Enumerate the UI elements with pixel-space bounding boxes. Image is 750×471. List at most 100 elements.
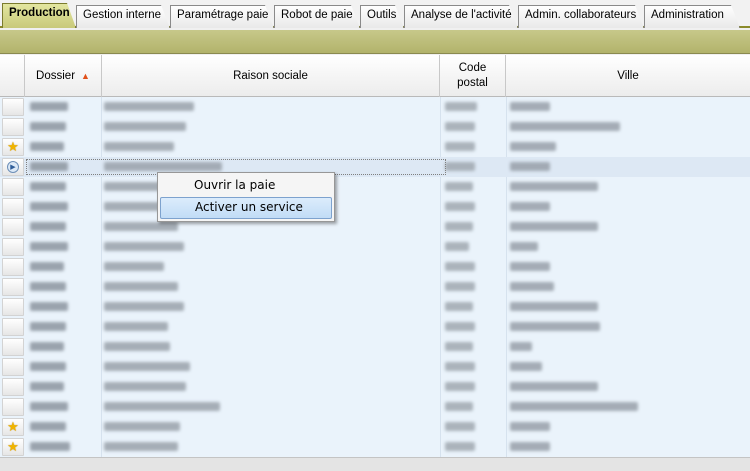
tab-outils[interactable]: Outils [360,5,404,28]
row-selector-header [0,55,25,97]
row-selector[interactable] [2,338,24,356]
tab-robot-de-paie[interactable]: Robot de paie [274,5,360,28]
table-row[interactable] [0,177,750,197]
cell-ville-blurred [510,402,638,411]
cell-dossier-blurred [30,422,66,431]
column-header-code-postal[interactable]: Code postal [440,55,506,97]
cell-code-postal-blurred [445,202,475,211]
table-row[interactable] [0,337,750,357]
cell-raison-sociale-blurred [104,442,178,451]
cell-ville-blurred [510,222,598,231]
cell-dossier-blurred [30,122,66,131]
tab-gestion-interne[interactable]: Gestion interne [76,5,170,28]
row-selector[interactable]: ▶ [2,158,24,176]
sort-ascending-icon: ▲ [81,70,90,81]
cell-dossier-blurred [30,382,64,391]
table-row[interactable] [0,317,750,337]
row-selector[interactable] [2,218,24,236]
cell-code-postal-blurred [445,182,473,191]
row-selector[interactable] [2,318,24,336]
cell-code-postal-blurred [445,282,475,291]
tab-admin-collaborateurs[interactable]: Admin. collaborateurs [518,5,644,28]
cell-dossier-blurred [30,142,64,151]
table-row[interactable] [0,97,750,117]
cell-raison-sociale-blurred [104,242,184,251]
row-selector[interactable]: ★ [2,138,24,156]
cell-dossier-blurred [30,202,68,211]
cell-ville-blurred [510,422,550,431]
table-row[interactable] [0,117,750,137]
table-row[interactable] [0,197,750,217]
table-row[interactable]: ★ [0,417,750,437]
table-row[interactable] [0,357,750,377]
cell-raison-sociale-blurred [104,282,178,291]
cell-code-postal-blurred [445,122,475,131]
cell-code-postal-blurred [445,382,475,391]
row-selector[interactable] [2,398,24,416]
cell-dossier-blurred [30,262,64,271]
table-row[interactable] [0,297,750,317]
cell-raison-sociale-blurred [104,122,186,131]
cell-code-postal-blurred [445,242,469,251]
cell-ville-blurred [510,342,532,351]
favorite-star-icon: ★ [7,139,19,155]
row-selector[interactable] [2,378,24,396]
cell-ville-blurred [510,102,550,111]
table-row[interactable] [0,377,750,397]
row-selector[interactable] [2,298,24,316]
row-selector[interactable] [2,178,24,196]
table-row[interactable] [0,277,750,297]
module-tab-bar: Production Gestion interne Paramétrage p… [0,0,750,28]
row-selector[interactable] [2,118,24,136]
cell-code-postal-blurred [445,302,473,311]
table-row[interactable]: ★ [0,137,750,157]
cell-code-postal-blurred [445,422,475,431]
row-selector[interactable] [2,258,24,276]
table-row[interactable]: ▶ [0,157,750,177]
column-header-ville-label: Ville [617,69,639,82]
table-row[interactable]: ★ [0,437,750,457]
table-row[interactable] [0,217,750,237]
column-header-code-postal-line2: postal [457,77,488,89]
table-row[interactable] [0,397,750,417]
row-selector[interactable] [2,278,24,296]
column-header-dossier-label: Dossier [36,69,76,82]
row-selector[interactable]: ★ [2,438,24,456]
tab-production[interactable]: Production [2,3,76,28]
cell-code-postal-blurred [445,442,475,451]
column-header-ville[interactable]: Ville [506,55,750,97]
tab-administration[interactable]: Administration [644,5,740,28]
cell-code-postal-blurred [445,362,475,371]
row-selector[interactable] [2,358,24,376]
row-selector[interactable] [2,98,24,116]
row-selector[interactable] [2,198,24,216]
cell-code-postal-blurred [445,322,475,331]
tab-analyse-activite[interactable]: Analyse de l'activité [404,5,518,28]
row-selector[interactable] [2,238,24,256]
cell-raison-sociale-blurred [104,222,178,231]
cell-ville-blurred [510,122,620,131]
cell-raison-sociale-blurred [104,262,164,271]
favorite-star-icon: ★ [7,419,19,435]
cell-code-postal-blurred [445,222,473,231]
table-row[interactable] [0,237,750,257]
row-selector[interactable]: ★ [2,418,24,436]
menu-item-activer-un-service[interactable]: Activer un service [160,197,332,219]
horizontal-scrollbar[interactable] [0,457,750,471]
cell-dossier-blurred [30,342,64,351]
column-header-dossier[interactable]: Dossier ▲ [25,55,102,97]
cell-raison-sociale-blurred [104,422,180,431]
cell-code-postal-blurred [445,262,475,271]
table-row[interactable] [0,257,750,277]
cell-code-postal-blurred [445,402,473,411]
menu-item-ouvrir-la-paie[interactable]: Ouvrir la paie [160,175,332,197]
cell-raison-sociale-blurred [104,322,168,331]
toolbar-band [0,30,750,54]
cell-ville-blurred [510,362,542,371]
cell-raison-sociale-blurred [104,342,170,351]
favorite-star-icon: ★ [7,439,19,455]
tab-parametrage-paie[interactable]: Paramétrage paie [170,5,274,28]
column-header-raison-sociale-label: Raison sociale [233,69,308,82]
column-header-raison-sociale[interactable]: Raison sociale [102,55,440,97]
cell-raison-sociale-blurred [104,142,174,151]
